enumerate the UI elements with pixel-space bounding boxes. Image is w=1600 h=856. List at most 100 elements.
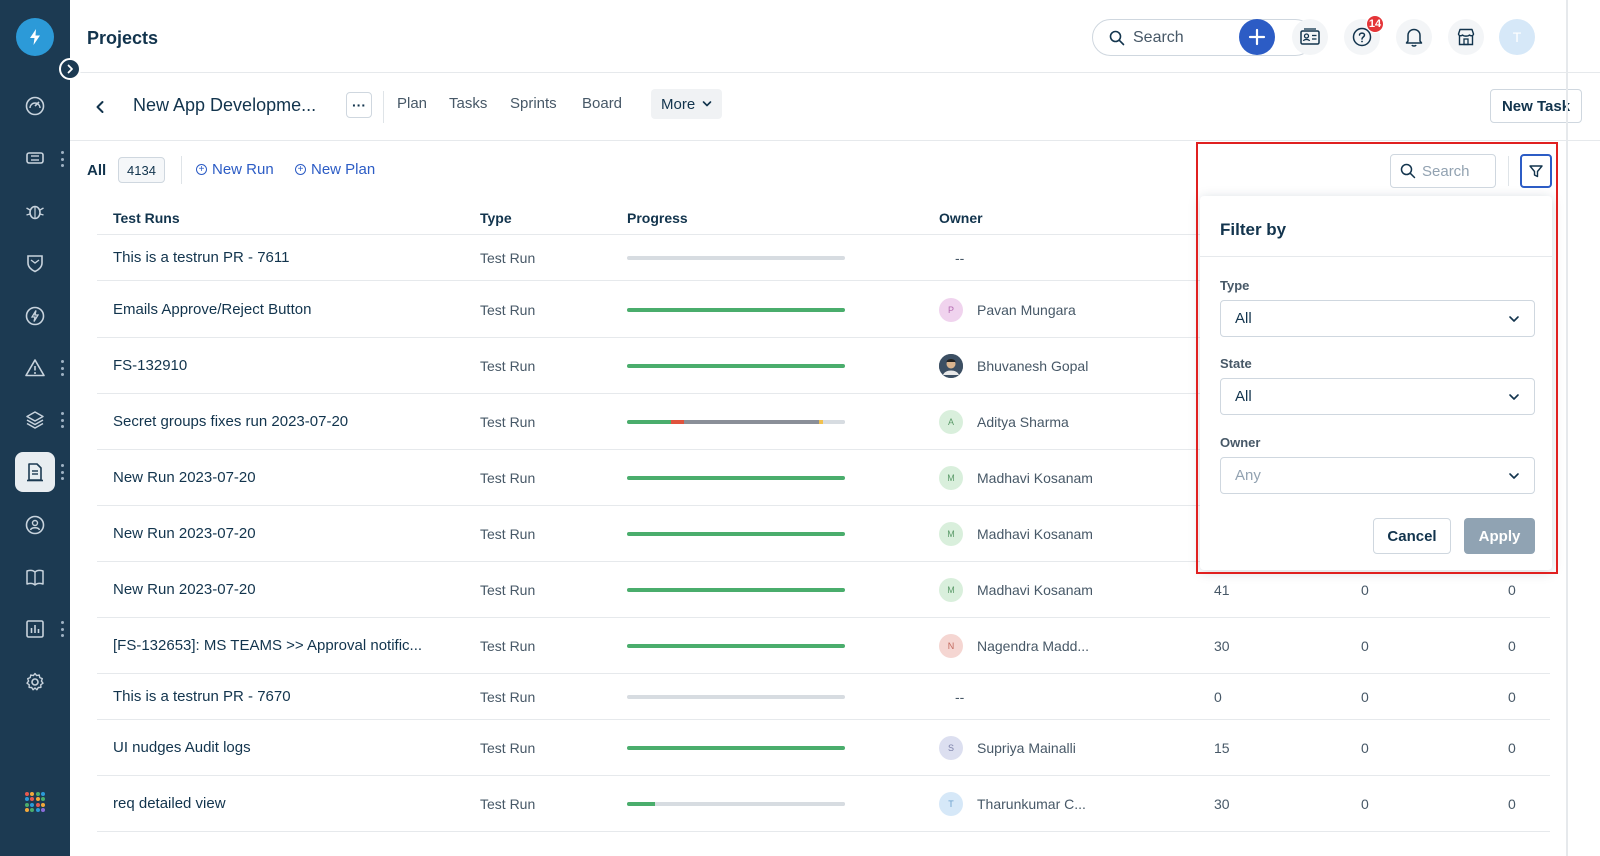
- app-switcher-icon[interactable]: [25, 792, 45, 812]
- tab-sprints[interactable]: Sprints: [510, 95, 557, 112]
- owner-name: Madhavi Kosanam: [977, 582, 1093, 598]
- bug-icon: [26, 205, 44, 220]
- owner-select-value: Any: [1235, 467, 1261, 484]
- count-cell: 0: [1508, 796, 1516, 812]
- table-row[interactable]: UI nudges Audit logs Test Run S Supriya Mai…: [97, 720, 1550, 776]
- owner-avatar: M: [939, 522, 963, 546]
- nav-layers-more[interactable]: [58, 412, 66, 428]
- test-run-name[interactable]: [FS-132653]: MS TEAMS >> Approval notifi…: [113, 637, 422, 654]
- tab-board[interactable]: Board: [582, 95, 622, 112]
- test-run-name[interactable]: This is a testrun PR - 7611: [113, 249, 289, 266]
- test-run-type: Test Run: [480, 526, 536, 542]
- nav-knowledge[interactable]: [15, 557, 55, 597]
- nav-reports[interactable]: [15, 609, 55, 649]
- test-run-type: Test Run: [480, 638, 536, 654]
- back-button[interactable]: [88, 95, 112, 119]
- nav-test-cases-more[interactable]: [58, 464, 66, 480]
- owner-avatar: [939, 354, 963, 378]
- test-run-name[interactable]: UI nudges Audit logs: [113, 739, 251, 756]
- table-row[interactable]: req detailed view Test Run T Tharunkumar C.…: [97, 776, 1550, 832]
- nav-incidents-more[interactable]: [58, 360, 66, 376]
- count-cell: 0: [1508, 582, 1516, 598]
- help-button[interactable]: 14: [1344, 15, 1384, 55]
- new-task-button[interactable]: New Task: [1490, 89, 1582, 123]
- owner-name: Supriya Mainalli: [977, 740, 1076, 756]
- marketplace-button[interactable]: [1448, 19, 1484, 55]
- cancel-button[interactable]: Cancel: [1373, 518, 1451, 554]
- owner-avatar: T: [939, 792, 963, 816]
- nav-changes[interactable]: [15, 296, 55, 336]
- test-run-name[interactable]: Emails Approve/Reject Button: [113, 301, 311, 318]
- app-logo[interactable]: [16, 18, 54, 56]
- book-icon: [26, 569, 44, 586]
- column-header-test-runs[interactable]: Test Runs: [113, 210, 180, 226]
- state-select[interactable]: All: [1220, 378, 1535, 415]
- table-row[interactable]: This is a testrun PR - 7670 Test Run -- 0 0 0: [97, 674, 1550, 720]
- user-avatar[interactable]: T: [1499, 19, 1535, 55]
- progress-segment: [627, 588, 845, 592]
- nav-bugs[interactable]: [15, 191, 55, 231]
- count-cell: 0: [1508, 689, 1516, 705]
- table-row[interactable]: [FS-132653]: MS TEAMS >> Approval notifi…: [97, 618, 1550, 674]
- progress-segment: [627, 532, 845, 536]
- type-select[interactable]: All: [1220, 300, 1535, 337]
- apply-button[interactable]: Apply: [1464, 518, 1535, 554]
- project-actions-button[interactable]: ···: [346, 92, 372, 118]
- nav-incidents[interactable]: [15, 348, 55, 388]
- new-run-button[interactable]: + New Run: [196, 161, 274, 178]
- store-icon: [1457, 28, 1475, 46]
- new-plan-label: New Plan: [311, 161, 376, 178]
- filter-all-label[interactable]: All: [87, 162, 106, 179]
- test-run-name[interactable]: FS-132910: [113, 357, 187, 374]
- chevron-down-icon: [1509, 315, 1519, 322]
- nav-layers[interactable]: [15, 400, 55, 440]
- tab-more-dropdown[interactable]: More: [651, 89, 723, 119]
- tab-tasks[interactable]: Tasks: [449, 95, 487, 112]
- notifications-button[interactable]: [1396, 19, 1432, 55]
- nav-tickets-more[interactable]: [58, 151, 66, 167]
- dashboard-icon: [25, 96, 45, 116]
- column-header-progress[interactable]: Progress: [627, 210, 688, 226]
- contacts-button[interactable]: [1292, 19, 1328, 55]
- nav-dashboard[interactable]: [15, 86, 55, 126]
- project-name[interactable]: New App Developme...: [133, 95, 316, 116]
- test-run-name[interactable]: New Run 2023-07-20: [113, 581, 256, 598]
- nav-settings[interactable]: [15, 662, 55, 702]
- new-plan-button[interactable]: + New Plan: [295, 161, 375, 178]
- owner-label: Owner: [1220, 435, 1261, 450]
- progress-segment: [627, 695, 845, 699]
- chart-icon: [26, 620, 44, 638]
- nav-security[interactable]: [15, 243, 55, 283]
- table-row[interactable]: New Run 2023-07-20 Test Run M Madhavi Kosan…: [97, 562, 1550, 618]
- test-run-type: Test Run: [480, 414, 536, 430]
- test-run-name[interactable]: This is a testrun PR - 7670: [113, 688, 291, 705]
- tab-plan[interactable]: Plan: [397, 95, 427, 112]
- filter-button[interactable]: [1520, 154, 1552, 188]
- owner-avatar: A: [939, 410, 963, 434]
- runs-search[interactable]: [1390, 154, 1496, 188]
- count-cell: 30: [1214, 796, 1230, 812]
- bell-icon: [1405, 28, 1423, 47]
- nav-test-cases[interactable]: [15, 452, 55, 492]
- test-run-name[interactable]: New Run 2023-07-20: [113, 525, 256, 542]
- owner-select[interactable]: Any: [1220, 457, 1535, 494]
- test-run-name[interactable]: New Run 2023-07-20: [113, 469, 256, 486]
- test-run-name[interactable]: Secret groups fixes run 2023-07-20: [113, 413, 348, 430]
- global-search[interactable]: [1092, 19, 1314, 56]
- lightning-logo-icon: [30, 29, 40, 45]
- create-new-button[interactable]: [1239, 19, 1275, 55]
- sidebar-expand-button[interactable]: [59, 58, 81, 80]
- nav-tickets[interactable]: [15, 138, 55, 178]
- column-header-type[interactable]: Type: [480, 210, 512, 226]
- progress-segment: [627, 420, 671, 424]
- nav-releases[interactable]: [15, 505, 55, 545]
- test-run-name[interactable]: req detailed view: [113, 795, 226, 812]
- count-cell: 0: [1361, 796, 1369, 812]
- column-header-owner[interactable]: Owner: [939, 210, 983, 226]
- runs-search-input[interactable]: [1422, 162, 1492, 180]
- project-header: New App Developme... ··· Plan Tasks Spri…: [70, 73, 1600, 141]
- owner-name: Nagendra Madd...: [977, 638, 1090, 654]
- shield-icon: [27, 255, 43, 273]
- type-select-value: All: [1235, 310, 1252, 327]
- nav-reports-more[interactable]: [58, 621, 66, 637]
